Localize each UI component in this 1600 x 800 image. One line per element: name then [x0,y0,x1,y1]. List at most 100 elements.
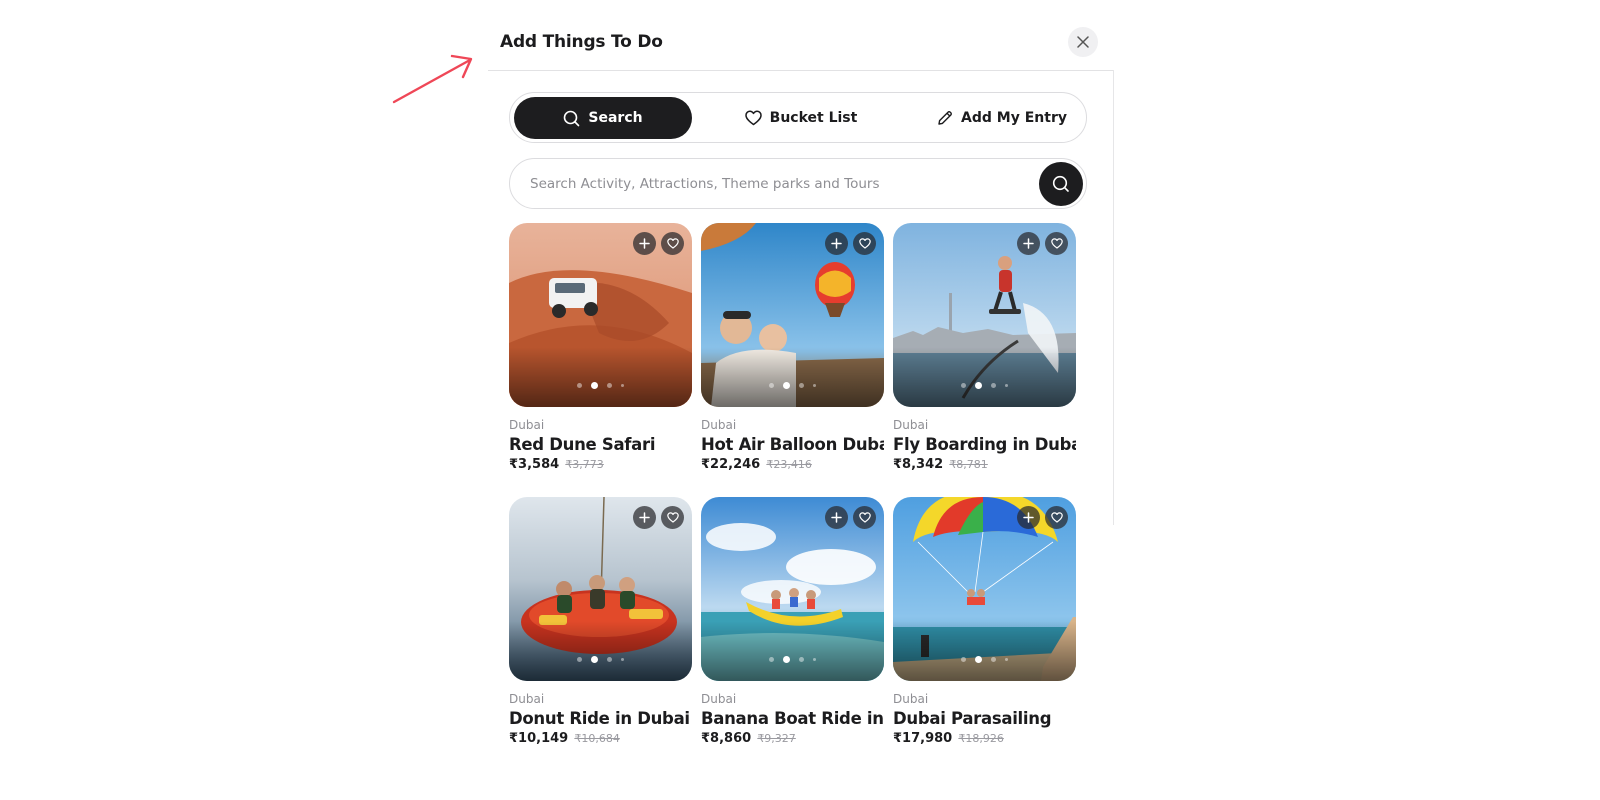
activity-card[interactable]: Dubai Dubai Parasailing ₹17,980 ₹18,926 [893,497,1076,746]
carousel-dot[interactable] [607,657,612,662]
image-shade [893,347,1076,407]
favorite-button[interactable] [1045,506,1068,529]
card-price: ₹8,342 ₹8,781 [893,457,1076,472]
price-current: ₹8,860 [701,731,752,746]
carousel-dot[interactable] [991,383,996,388]
tab-add-my-entry[interactable]: Add My Entry [922,97,1082,139]
card-city: Dubai [509,692,545,706]
carousel-dot[interactable] [813,658,816,661]
activity-image[interactable] [701,497,884,681]
activity-image[interactable] [701,223,884,407]
heart-icon [666,238,679,249]
price-original: ₹3,773 [565,458,604,471]
card-city: Dubai [701,418,737,432]
image-shade [509,347,692,407]
card-city: Dubai [893,692,929,706]
card-title[interactable]: Red Dune Safari [509,435,692,454]
carousel-dot[interactable] [769,657,774,662]
image-shade [509,621,692,681]
search-icon [564,110,580,126]
price-original: ₹10,684 [574,732,620,745]
price-original: ₹9,327 [757,732,796,745]
activity-card[interactable]: Dubai Fly Boarding in Dubai ₹8,342 ₹8,78… [893,223,1076,472]
close-button[interactable] [1068,27,1098,57]
plus-icon [831,238,842,249]
search-submit-button[interactable] [1039,162,1083,206]
card-title[interactable]: Banana Boat Ride in... [701,709,884,728]
add-button[interactable] [825,232,848,255]
carousel-dot[interactable] [621,658,624,661]
image-shade [701,621,884,681]
heart-icon [1050,238,1063,249]
price-original: ₹23,416 [766,458,812,471]
activity-image[interactable] [509,223,692,407]
plus-icon [639,512,650,523]
carousel-dot[interactable] [799,657,804,662]
favorite-button[interactable] [661,506,684,529]
carousel-dots [509,656,692,663]
plus-icon [1023,512,1034,523]
tab-search[interactable]: Search [514,97,692,139]
carousel-dot-active[interactable] [975,382,982,389]
plus-icon [831,512,842,523]
add-button[interactable] [1017,506,1040,529]
activity-image[interactable] [509,497,692,681]
image-shade [893,621,1076,681]
plus-icon [639,238,650,249]
add-button[interactable] [633,506,656,529]
activity-card[interactable]: Dubai Red Dune Safari ₹3,584 ₹3,773 [509,223,692,472]
carousel-dot[interactable] [1005,658,1008,661]
favorite-button[interactable] [661,232,684,255]
carousel-dot[interactable] [961,383,966,388]
carousel-dot[interactable] [961,657,966,662]
activity-image[interactable] [893,497,1076,681]
card-title[interactable]: Hot Air Balloon Dubai [701,435,884,454]
price-original: ₹18,926 [958,732,1004,745]
heart-icon [1050,512,1063,523]
carousel-dot[interactable] [769,383,774,388]
carousel-dots [701,382,884,389]
carousel-dot[interactable] [607,383,612,388]
favorite-button[interactable] [853,506,876,529]
carousel-dot[interactable] [577,383,582,388]
scroll-divider [1113,70,1114,525]
add-things-to-do-panel: Add Things To Do Search Bucket List Add … [488,0,1114,800]
panel-title: Add Things To Do [500,32,663,52]
carousel-dot[interactable] [799,383,804,388]
card-city: Dubai [893,418,929,432]
card-city: Dubai [509,418,545,432]
add-button[interactable] [825,506,848,529]
carousel-dot[interactable] [621,384,624,387]
carousel-dot-active[interactable] [591,656,598,663]
carousel-dot[interactable] [1005,384,1008,387]
price-current: ₹3,584 [509,457,560,472]
card-title[interactable]: Donut Ride in Dubai [509,709,692,728]
carousel-dot-active[interactable] [975,656,982,663]
plus-icon [1023,238,1034,249]
pencil-icon [938,111,952,125]
search-input[interactable] [530,171,1010,197]
card-price: ₹10,149 ₹10,684 [509,731,692,746]
card-title[interactable]: Dubai Parasailing [893,709,1076,728]
heart-icon [666,512,679,523]
favorite-button[interactable] [1045,232,1068,255]
add-button[interactable] [1017,232,1040,255]
carousel-dots [509,382,692,389]
card-title[interactable]: Fly Boarding in Dubai [893,435,1076,454]
add-button[interactable] [633,232,656,255]
activity-card[interactable]: Dubai Donut Ride in Dubai ₹10,149 ₹10,68… [509,497,692,746]
carousel-dot-active[interactable] [783,382,790,389]
activity-image[interactable] [893,223,1076,407]
carousel-dot[interactable] [577,657,582,662]
favorite-button[interactable] [853,232,876,255]
carousel-dot[interactable] [813,384,816,387]
search-bar [509,158,1087,209]
carousel-dot-active[interactable] [783,656,790,663]
activity-card[interactable]: Dubai Hot Air Balloon Dubai ₹22,246 ₹23,… [701,223,884,472]
tab-bucket-list[interactable]: Bucket List [726,97,876,139]
price-original: ₹8,781 [949,458,988,471]
activity-card[interactable]: Dubai Banana Boat Ride in... ₹8,860 ₹9,3… [701,497,884,746]
close-icon [1077,36,1089,48]
carousel-dot-active[interactable] [591,382,598,389]
carousel-dot[interactable] [991,657,996,662]
